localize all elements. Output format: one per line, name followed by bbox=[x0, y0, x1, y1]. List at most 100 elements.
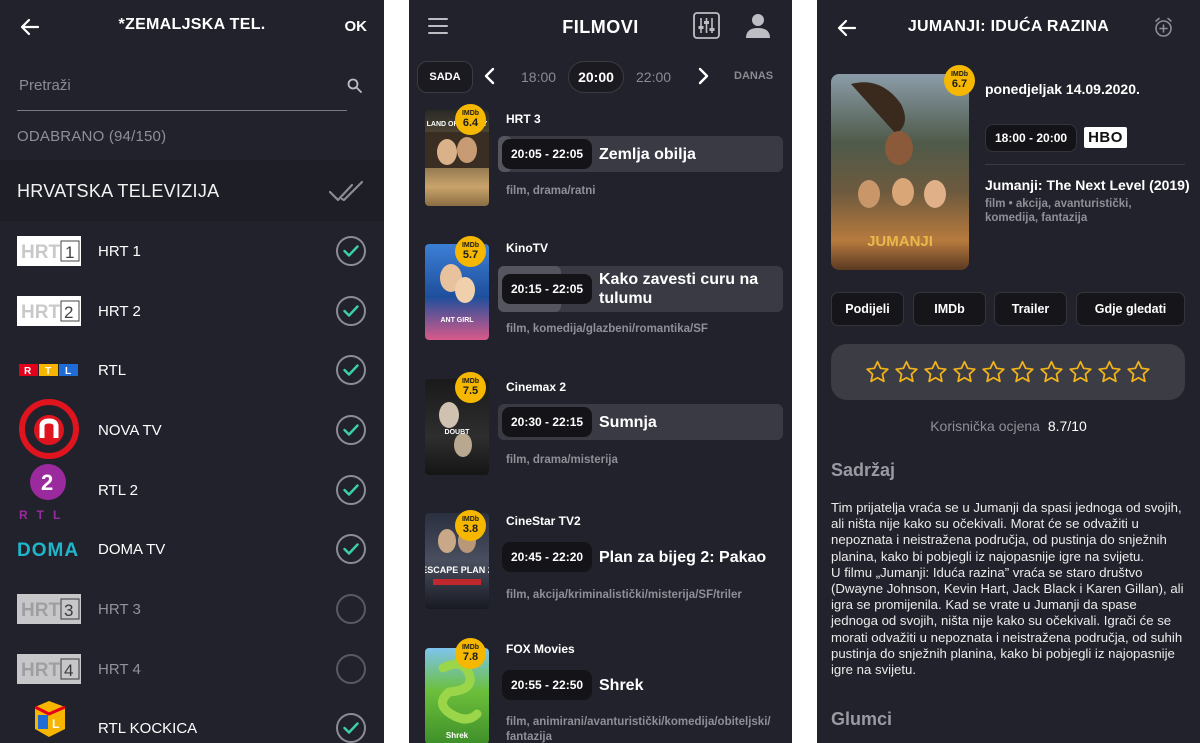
star-icon[interactable] bbox=[893, 359, 920, 385]
page-title: *ZEMALJSKA TEL. bbox=[118, 16, 266, 33]
checkmark-circle-icon[interactable] bbox=[336, 296, 366, 326]
ok-button[interactable]: OK bbox=[345, 18, 368, 35]
channel-name: HRT 3 bbox=[98, 601, 141, 618]
star-icon[interactable] bbox=[951, 359, 978, 385]
svg-text:DOMA: DOMA bbox=[17, 540, 79, 559]
share-button[interactable]: Podijeli bbox=[831, 292, 904, 326]
movie-title: Jumanji: The Next Level (2019) bbox=[985, 177, 1190, 193]
genre-text: film, drama/ratni bbox=[506, 185, 596, 197]
rtl-kockica-logo: L bbox=[17, 699, 81, 743]
add-alarm-icon[interactable] bbox=[1153, 17, 1174, 38]
channel-row[interactable]: DOMA DOMA TV bbox=[0, 520, 384, 580]
channel-name: HRT 1 bbox=[98, 243, 141, 260]
day-label[interactable]: DANAS bbox=[734, 70, 773, 82]
channel-label: CineStar TV2 bbox=[506, 514, 581, 528]
poster-text: DOUBT bbox=[445, 429, 471, 436]
channel-name: RTL KOCKICA bbox=[98, 720, 198, 737]
movie-detail-screen: JUMANJI: IDUĆA RAZINA JUMANJI IMDb 6.7 p… bbox=[817, 0, 1200, 743]
chevron-right-icon[interactable] bbox=[698, 67, 710, 85]
svg-text:R: R bbox=[24, 366, 32, 377]
channel-name: NOVA TV bbox=[98, 422, 162, 439]
channel-row[interactable]: HRT 2 HRT 2 bbox=[0, 282, 384, 342]
chevron-left-icon[interactable] bbox=[483, 67, 495, 85]
star-icon[interactable] bbox=[1096, 359, 1123, 385]
filter-sliders-icon[interactable] bbox=[693, 12, 720, 39]
svg-text:4: 4 bbox=[64, 661, 73, 680]
now-button[interactable]: SADA bbox=[417, 61, 473, 93]
poster-text: ANT GIRL bbox=[440, 317, 474, 324]
svg-text:1: 1 bbox=[65, 243, 74, 262]
show-title: Kako zavesti curu na tulumu bbox=[599, 271, 759, 307]
broadcast-date: ponedjeljak 14.09.2020. bbox=[985, 81, 1140, 97]
channel-row[interactable]: HRT 3 HRT 3 bbox=[0, 580, 384, 640]
channel-row[interactable]: 2 RTL RTL 2 bbox=[0, 461, 384, 521]
channel-name: DOMA TV bbox=[98, 541, 166, 558]
user-profile-icon[interactable] bbox=[746, 12, 770, 38]
user-rating: Korisnička ocjena 8.7/10 bbox=[817, 418, 1200, 434]
divider bbox=[985, 164, 1185, 165]
user-rating-label: Korisnička ocjena bbox=[930, 418, 1040, 434]
section-title: HRVATSKA TELEVIZIJA bbox=[17, 181, 220, 201]
imdb-button[interactable]: IMDb bbox=[913, 292, 986, 326]
search-underline bbox=[17, 110, 347, 111]
hrt-3-logo: HRT 3 bbox=[17, 594, 81, 624]
star-rating-input[interactable] bbox=[831, 344, 1185, 400]
time-selector: SADA 18:00 20:00 22:00 DANAS bbox=[409, 58, 792, 98]
description-paragraph: Tim prijatelja vraća se u Jumanji da spa… bbox=[831, 500, 1182, 564]
rtl-2-logo: 2 RTL bbox=[17, 463, 81, 520]
star-icon[interactable] bbox=[1067, 359, 1094, 385]
imdb-badge: IMDb 5.7 bbox=[455, 236, 486, 267]
time-option[interactable]: 22:00 bbox=[636, 69, 671, 85]
star-icon[interactable] bbox=[864, 359, 891, 385]
selected-count: ODABRANO (94/150) bbox=[17, 128, 167, 145]
where-to-watch-button[interactable]: Gdje gledati bbox=[1076, 292, 1185, 326]
checkmark-circle-icon[interactable] bbox=[336, 713, 366, 743]
search-icon[interactable] bbox=[347, 78, 362, 93]
page-title: FILMOVI bbox=[562, 17, 639, 37]
double-check-icon[interactable] bbox=[328, 180, 364, 204]
time-range: 20:30 - 22:15 bbox=[502, 407, 593, 437]
show-title: Zemlja obilja bbox=[599, 146, 696, 163]
time-option[interactable]: 18:00 bbox=[521, 69, 556, 85]
trailer-button[interactable]: Trailer bbox=[994, 292, 1067, 326]
star-icon[interactable] bbox=[1038, 359, 1065, 385]
nova-tv-logo bbox=[17, 399, 81, 459]
star-icon[interactable] bbox=[1009, 359, 1036, 385]
imdb-badge: IMDb 6.7 bbox=[944, 65, 975, 96]
checkmark-circle-icon[interactable] bbox=[336, 415, 366, 445]
genre-text: film, akcija/kriminalistički/misterija/S… bbox=[506, 589, 742, 601]
channel-selection-screen: *ZEMALJSKA TEL. OK Pretraži ODABRANO (94… bbox=[0, 0, 384, 743]
checkmark-circle-icon[interactable] bbox=[336, 355, 366, 385]
svg-text:RTL: RTL bbox=[19, 508, 69, 520]
genre-text: film, animirani/avanturistički/komedija/… bbox=[506, 716, 771, 743]
star-icon[interactable] bbox=[922, 359, 949, 385]
genre-text: film, drama/misterija bbox=[506, 454, 618, 466]
movie-poster: JUMANJI bbox=[831, 74, 969, 270]
hrt-2-logo: HRT 2 bbox=[17, 296, 81, 326]
channel-name: RTL 2 bbox=[98, 482, 139, 499]
channel-row[interactable]: R T L RTL bbox=[0, 341, 384, 401]
channel-label: HRT 3 bbox=[506, 112, 541, 126]
channel-row[interactable]: NOVA TV bbox=[0, 399, 384, 461]
channel-row[interactable]: L RTL KOCKICA bbox=[0, 699, 384, 743]
description-paragraph: U filmu „Jumanji: Iduća razina” vraća se… bbox=[831, 564, 1184, 678]
imdb-badge: IMDb 7.8 bbox=[455, 638, 486, 669]
checkmark-circle-icon[interactable] bbox=[336, 534, 366, 564]
selected-time[interactable]: 20:00 bbox=[568, 61, 624, 93]
empty-circle-icon[interactable] bbox=[336, 594, 366, 624]
star-icon[interactable] bbox=[980, 359, 1007, 385]
channel-label: KinoTV bbox=[506, 241, 548, 255]
search-input[interactable]: Pretraži bbox=[19, 77, 71, 94]
page-title: JUMANJI: IDUĆA RAZINA bbox=[907, 18, 1110, 35]
imdb-rating: 6.4 bbox=[462, 117, 479, 129]
channel-row[interactable]: HRT 4 HRT 4 bbox=[0, 640, 384, 700]
show-title: Shrek bbox=[599, 677, 644, 694]
channel-row[interactable]: HRT 1 HRT 1 bbox=[0, 222, 384, 282]
movies-schedule-screen: FILMOVI SADA 18:00 20:00 22:00 DANAS LAN… bbox=[409, 0, 792, 743]
empty-circle-icon[interactable] bbox=[336, 654, 366, 684]
star-icon[interactable] bbox=[1125, 359, 1152, 385]
checkmark-circle-icon[interactable] bbox=[336, 236, 366, 266]
checkmark-circle-icon[interactable] bbox=[336, 475, 366, 505]
genre-text: film • akcija, avanturistički, komedija,… bbox=[985, 198, 1132, 224]
hrt-4-logo: HRT 4 bbox=[17, 654, 81, 684]
